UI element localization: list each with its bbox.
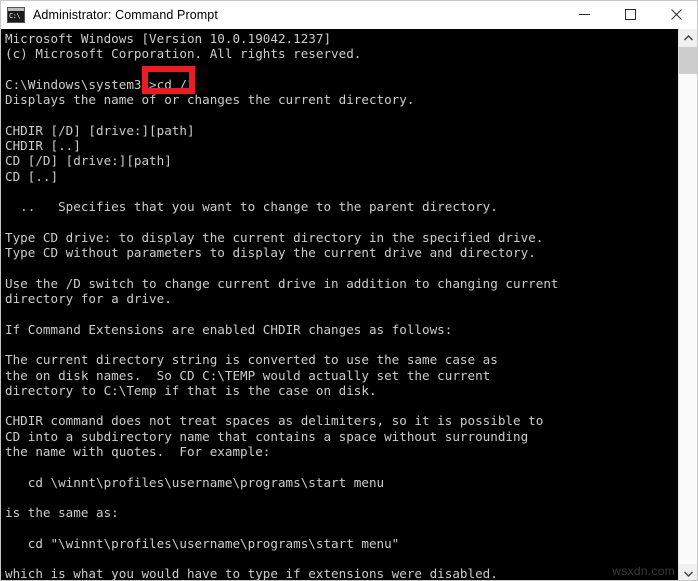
title-bar[interactable]: C:\ Administrator: Command Prompt <box>1 1 697 29</box>
cmd-icon-label: C:\ <box>9 11 21 20</box>
window-controls <box>561 1 697 29</box>
scroll-up-arrow-icon <box>683 34 693 40</box>
console-output-area[interactable]: Microsoft Windows [Version 10.0.19042.12… <box>1 29 680 581</box>
scroll-down-arrow-icon <box>683 571 693 577</box>
console-scrollbar[interactable] <box>678 29 697 580</box>
maximize-icon <box>624 9 636 20</box>
maximize-button[interactable] <box>607 1 653 29</box>
command-prompt-window: C:\ Administrator: Command Prompt Micros… <box>0 0 698 581</box>
close-icon <box>670 9 682 20</box>
console-text: Microsoft Windows [Version 10.0.19042.12… <box>5 31 559 581</box>
cmd-prompt-icon: C:\ <box>7 6 25 23</box>
minimize-button[interactable] <box>561 1 607 29</box>
close-button[interactable] <box>653 1 697 29</box>
scrollbar-thumb[interactable] <box>679 47 697 74</box>
scroll-up-button[interactable] <box>679 29 697 47</box>
scrollbar-track[interactable] <box>679 47 697 564</box>
minimize-icon <box>578 14 590 15</box>
window-title: Administrator: Command Prompt <box>33 7 218 22</box>
scroll-down-button[interactable] <box>679 564 697 580</box>
watermark: wsxdn.com <box>612 564 675 578</box>
